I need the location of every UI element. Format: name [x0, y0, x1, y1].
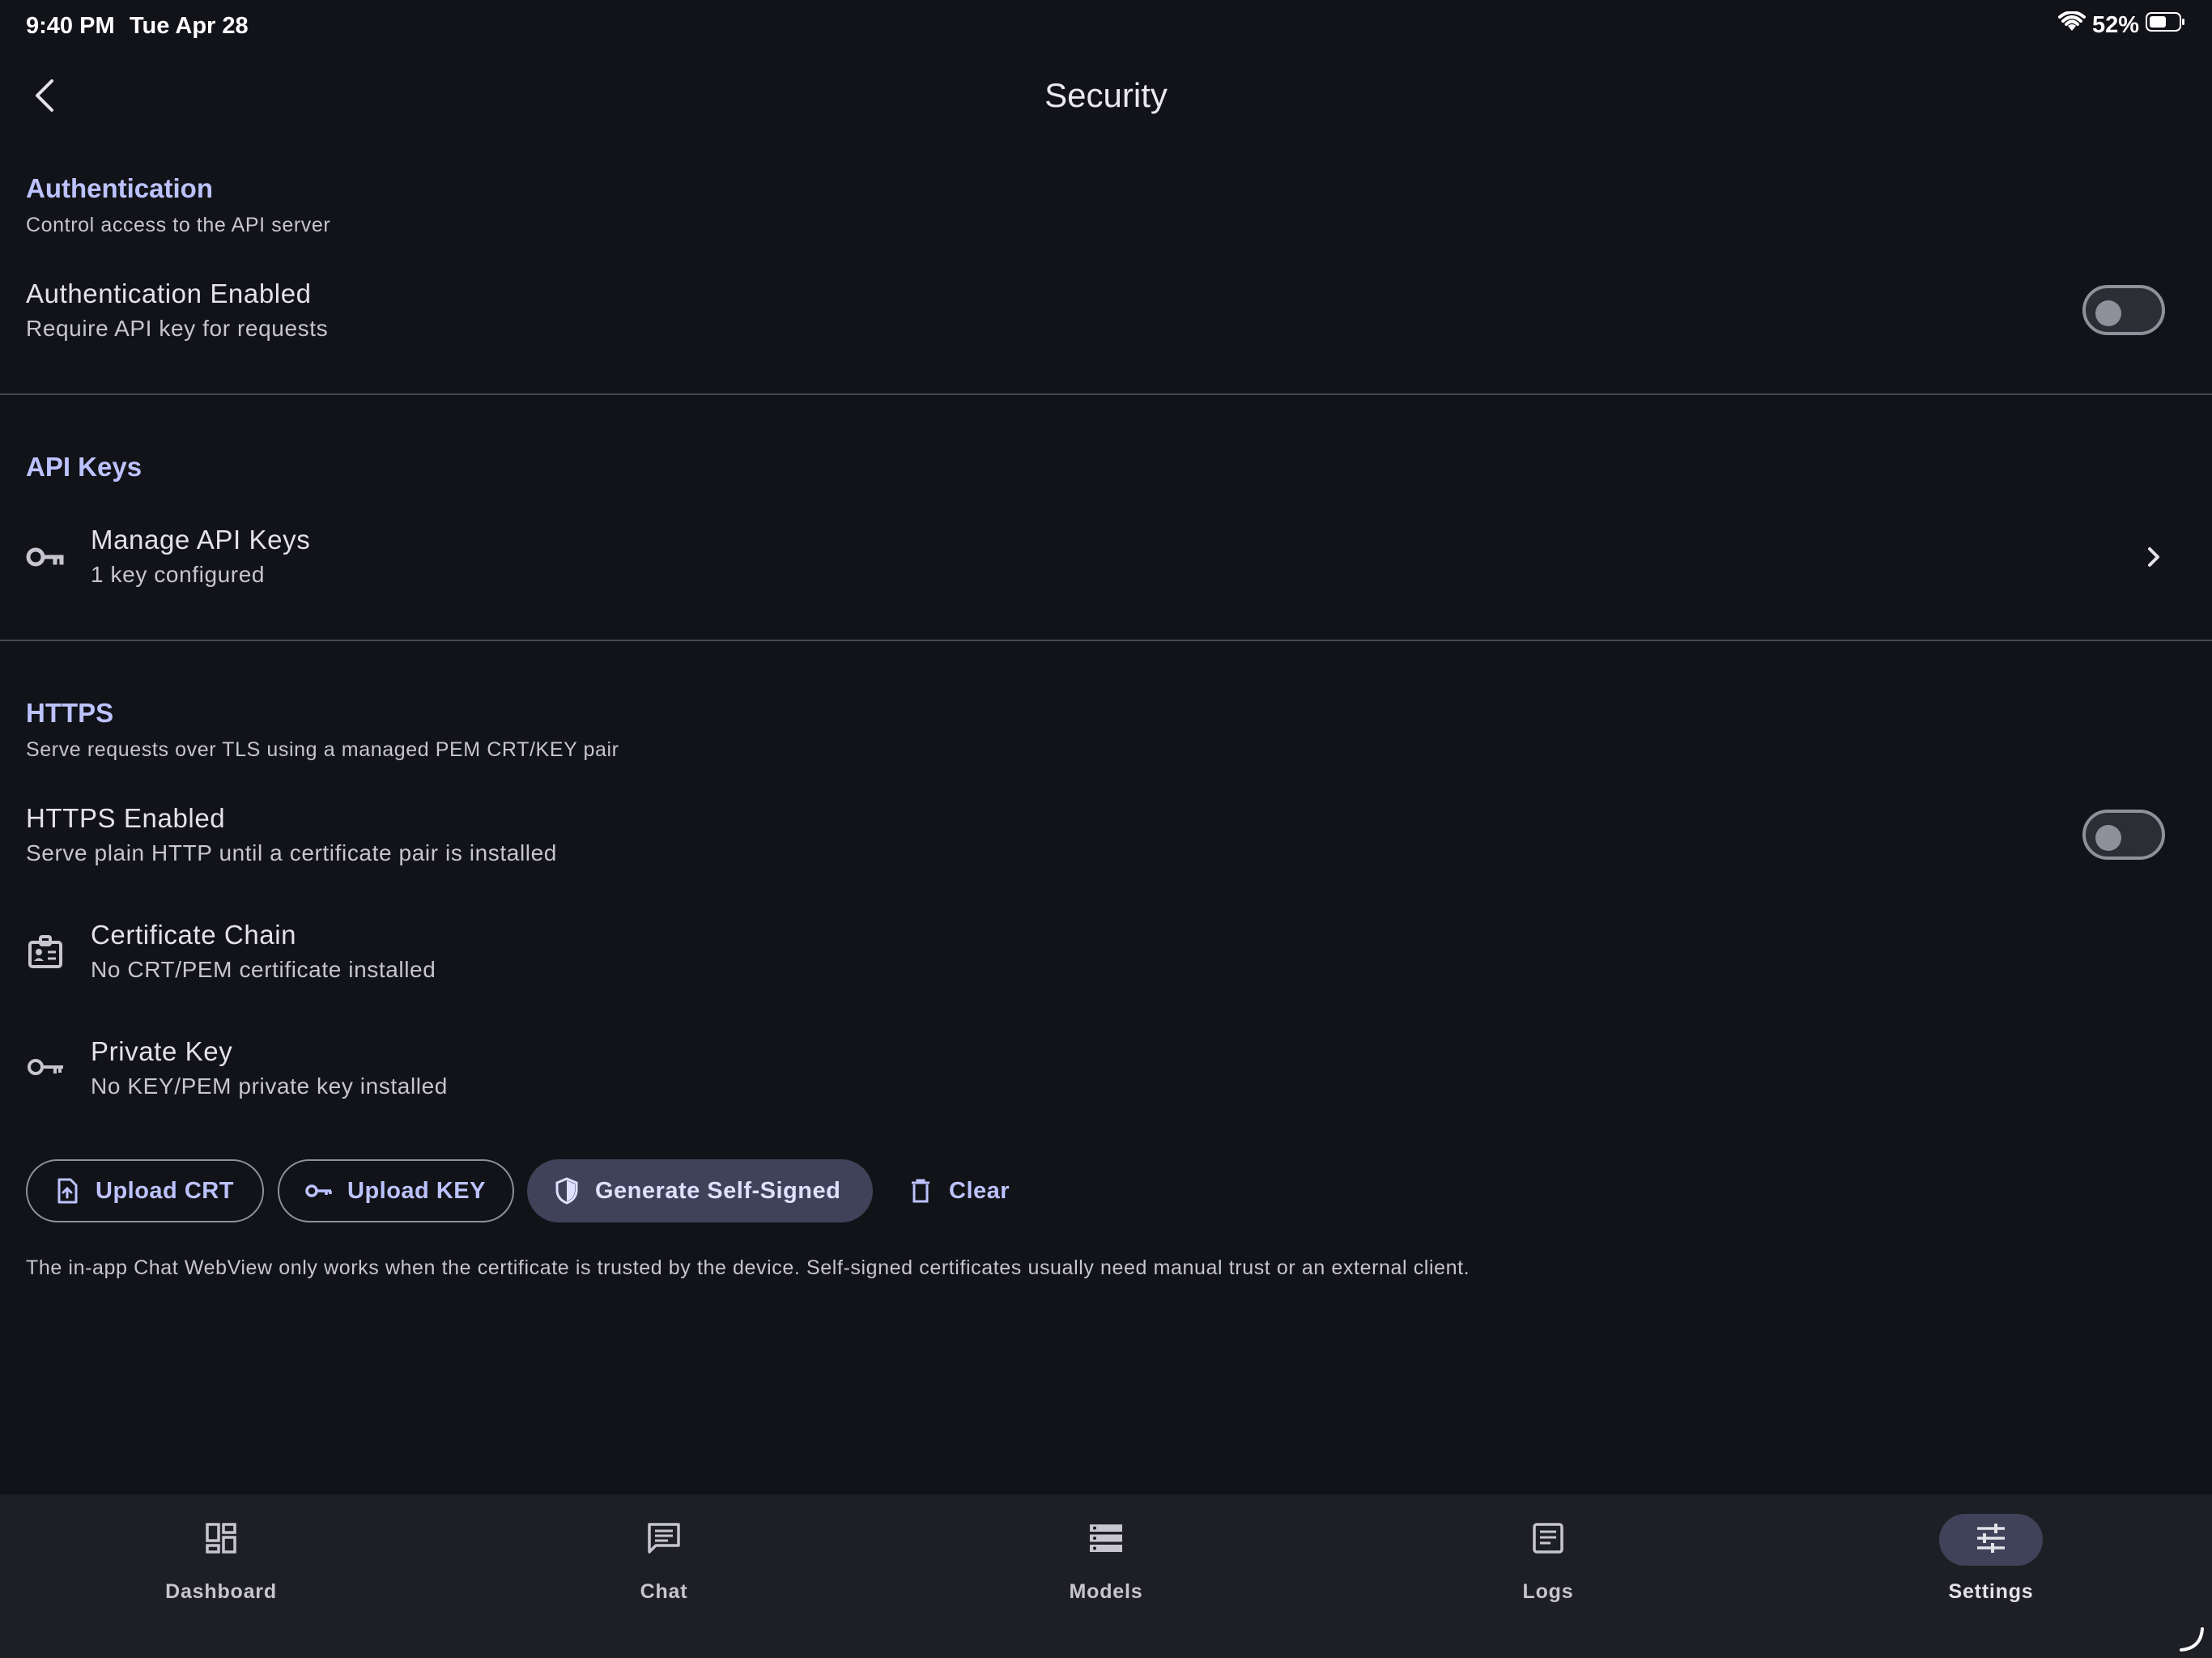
status-time: 9:40 PM — [26, 13, 115, 39]
nav-label-dashboard: Dashboard — [165, 1580, 277, 1603]
nav-pill — [1496, 1514, 1600, 1566]
clear-button[interactable]: Clear — [895, 1159, 1025, 1222]
section-title-api-keys: API Keys — [26, 452, 143, 482]
nav-item-settings[interactable]: Settings — [1870, 1514, 2112, 1611]
status-right: 52% — [2057, 11, 2186, 39]
private-key-subtitle: No KEY/PEM private key installed — [91, 1073, 448, 1099]
nav-item-logs[interactable]: Logs — [1427, 1514, 1670, 1611]
https-enabled-title: HTTPS Enabled — [26, 803, 226, 833]
toggle-knob — [2095, 825, 2121, 851]
nav-pill — [169, 1514, 273, 1566]
key-icon — [24, 1046, 66, 1088]
certificate-chain-subtitle: No CRT/PEM certificate installed — [91, 957, 436, 982]
chevron-right-icon — [2138, 541, 2170, 573]
private-key-title: Private Key — [91, 1036, 233, 1066]
battery-percent: 52% — [2091, 11, 2139, 38]
upload-key-label: Upload KEY — [347, 1177, 486, 1204]
section-subtitle-https: Serve requests over TLS using a managed … — [26, 738, 619, 761]
upload-crt-button[interactable]: Upload CRT — [26, 1159, 264, 1222]
logs-icon — [1532, 1522, 1564, 1558]
wifi-icon — [2057, 11, 2086, 39]
dashboard-icon — [205, 1522, 237, 1558]
top-app-bar: Security — [0, 65, 2212, 130]
toggle-knob — [2095, 300, 2121, 326]
generate-self-signed-label: Generate Self-Signed — [595, 1177, 841, 1204]
nav-pill — [612, 1514, 716, 1566]
divider — [0, 393, 2212, 395]
badge-icon — [24, 931, 66, 973]
https-enabled-toggle[interactable] — [2082, 810, 2165, 860]
corner-indicator-icon — [2178, 1626, 2206, 1653]
status-date: Tue Apr 28 — [130, 13, 249, 39]
manage-api-keys-title: Manage API Keys — [91, 525, 311, 555]
generate-self-signed-button[interactable]: Generate Self-Signed — [527, 1159, 873, 1222]
certificate-chain-row: Certificate Chain No CRT/PEM certificate… — [0, 907, 2212, 1004]
auth-enabled-subtitle: Require API key for requests — [26, 316, 329, 341]
shield-icon — [553, 1177, 581, 1205]
file-upload-icon — [53, 1177, 81, 1205]
upload-key-button[interactable]: Upload KEY — [278, 1159, 514, 1222]
section-title-https: HTTPS — [26, 698, 114, 728]
nav-item-models[interactable]: Models — [985, 1514, 1227, 1611]
auth-enabled-toggle[interactable] — [2082, 285, 2165, 335]
settings-icon — [1975, 1522, 2007, 1558]
bottom-nav: Dashboard Chat Models Logs Settings — [0, 1494, 2212, 1658]
nav-label-settings: Settings — [1948, 1580, 2034, 1603]
manage-api-keys-row[interactable]: Manage API Keys 1 key configured — [0, 502, 2212, 612]
models-icon — [1088, 1523, 1124, 1558]
nav-item-chat[interactable]: Chat — [542, 1514, 785, 1611]
nav-label-chat: Chat — [640, 1580, 688, 1603]
battery-icon — [2146, 11, 2186, 39]
https-enabled-subtitle: Serve plain HTTP until a certificate pai… — [26, 840, 557, 865]
nav-label-models: Models — [1069, 1580, 1143, 1603]
nav-item-dashboard[interactable]: Dashboard — [100, 1514, 342, 1611]
status-bar: 9:40 PM Tue Apr 28 52% — [0, 0, 2212, 52]
nav-label-logs: Logs — [1522, 1580, 1574, 1603]
nav-pill-active — [1939, 1514, 2043, 1566]
page-title: Security — [1044, 76, 1168, 114]
upload-crt-label: Upload CRT — [96, 1177, 234, 1204]
section-title-authentication: Authentication — [26, 173, 213, 203]
trash-icon — [907, 1177, 934, 1205]
key-icon — [24, 536, 66, 578]
manage-api-keys-subtitle: 1 key configured — [91, 562, 266, 587]
certificate-chain-title: Certificate Chain — [91, 920, 297, 950]
divider — [0, 640, 2212, 641]
key-icon — [305, 1177, 333, 1205]
private-key-row: Private Key No KEY/PEM private key insta… — [0, 1023, 2212, 1120]
clear-label: Clear — [949, 1177, 1010, 1204]
nav-pill — [1054, 1514, 1158, 1566]
auth-enabled-title: Authentication Enabled — [26, 278, 312, 308]
chat-icon — [647, 1522, 681, 1558]
https-footnote: The in-app Chat WebView only works when … — [26, 1256, 1470, 1279]
section-subtitle-authentication: Control access to the API server — [26, 214, 331, 236]
